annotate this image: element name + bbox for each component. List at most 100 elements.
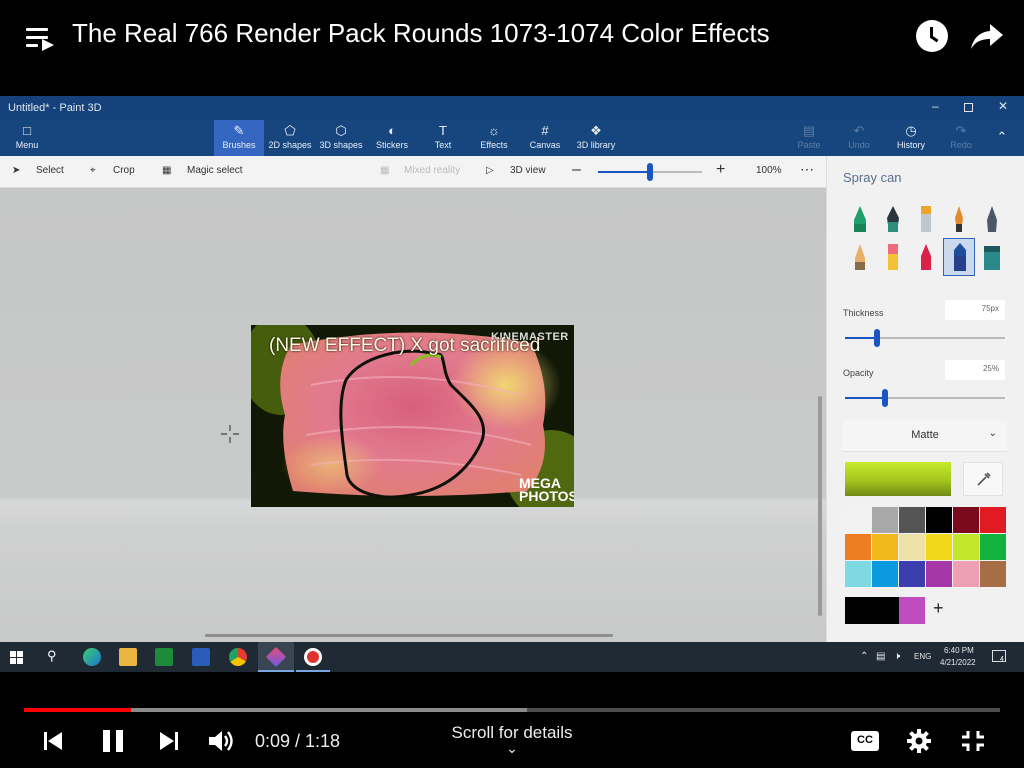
video-title[interactable]: The Real 766 Render Pack Rounds 1073-107… (72, 18, 770, 49)
palette-swatch[interactable] (953, 507, 979, 533)
fill-bucket-icon[interactable] (981, 242, 1003, 272)
chrome-icon[interactable] (229, 648, 247, 666)
previous-icon[interactable] (42, 730, 64, 752)
tab-brushes[interactable]: ✎ Brushes (214, 120, 264, 156)
close-icon[interactable]: ✕ (998, 99, 1008, 113)
thickness-value[interactable]: 75px (945, 300, 1005, 320)
crayon-icon[interactable] (915, 242, 937, 272)
palette-swatch[interactable] (926, 507, 952, 533)
crop-button[interactable]: Crop (113, 165, 135, 176)
word-icon[interactable] (192, 648, 210, 666)
palette-swatch[interactable] (872, 534, 898, 560)
palette-swatch[interactable] (845, 507, 871, 533)
oil-brush-icon[interactable] (915, 204, 937, 234)
captions-icon[interactable]: CC (851, 731, 879, 751)
volume-icon[interactable] (207, 728, 235, 754)
zoom-slider-thumb[interactable] (647, 163, 653, 181)
share-icon[interactable] (970, 22, 1004, 50)
palette-swatch[interactable] (926, 534, 952, 560)
clock-date[interactable]: 4/21/2022 (940, 658, 976, 667)
recorder-taskbar-button[interactable] (296, 642, 330, 672)
palette-swatch[interactable] (980, 561, 1006, 587)
select-button[interactable]: Select (36, 165, 64, 176)
zoom-out-icon[interactable]: – (572, 161, 581, 179)
thickness-slider-thumb[interactable] (874, 329, 880, 347)
language-indicator[interactable]: ENG (914, 652, 931, 661)
add-color-icon[interactable]: + (933, 598, 944, 619)
watercolor-brush-icon[interactable] (948, 204, 970, 234)
mixed-reality-icon: ▦ (380, 165, 390, 176)
palette-swatch[interactable] (872, 561, 898, 587)
palette-swatch[interactable] (845, 534, 871, 560)
palette-swatch[interactable] (926, 561, 952, 587)
edge-icon[interactable] (83, 648, 101, 666)
spray-can-selected[interactable] (943, 238, 975, 276)
history-button[interactable]: ◷ History (886, 120, 936, 156)
clock-time[interactable]: 6:40 PM (944, 646, 974, 655)
paste-button[interactable]: ▤ Paste (784, 120, 834, 156)
next-icon[interactable] (158, 730, 180, 752)
horizontal-scrollbar[interactable] (205, 634, 613, 637)
selected-color[interactable] (845, 462, 951, 496)
pencil-icon[interactable] (849, 242, 871, 272)
paint3d-taskbar-button[interactable] (258, 642, 294, 672)
more-options-icon[interactable]: ⋯ (800, 161, 814, 178)
volume-icon[interactable]: 🕨 (894, 651, 900, 662)
chevron-up-icon[interactable]: ⌃ (860, 651, 868, 662)
custom-color-2[interactable] (899, 597, 925, 624)
tab-2d-shapes[interactable]: ⬠ 2D shapes (265, 120, 315, 156)
opacity-slider[interactable] (845, 389, 1005, 407)
calligraphy-pen-icon[interactable] (882, 204, 904, 234)
zoom-in-icon[interactable]: + (716, 161, 725, 179)
tab-text[interactable]: T Text (418, 120, 468, 156)
palette-swatch[interactable] (980, 534, 1006, 560)
palette-swatch[interactable] (980, 507, 1006, 533)
thickness-slider[interactable] (845, 329, 1005, 347)
opacity-value[interactable]: 25% (945, 360, 1005, 380)
menu-button[interactable]: □ Menu (2, 120, 52, 156)
maximize-icon[interactable] (964, 103, 973, 112)
search-icon[interactable]: ⚲ (47, 648, 57, 664)
notifications-icon[interactable]: 4 (992, 650, 1006, 663)
eyedropper-button[interactable] (963, 462, 1003, 496)
custom-color-1[interactable] (845, 597, 899, 624)
watch-later-icon[interactable] (916, 20, 948, 52)
tab-stickers[interactable]: ◐ Stickers (367, 120, 417, 156)
pixel-pen-icon[interactable] (981, 204, 1003, 234)
marker-brush-icon[interactable] (849, 204, 871, 234)
mixed-reality-button[interactable]: Mixed reality (404, 165, 460, 176)
pause-icon[interactable] (100, 728, 126, 754)
finish-dropdown[interactable]: Matte ⌄ (843, 420, 1007, 452)
vertical-scrollbar[interactable] (818, 396, 822, 616)
tab-effects[interactable]: ☼ Effects (469, 120, 519, 156)
redo-button[interactable]: ↷ Redo (936, 120, 986, 156)
scroll-for-details[interactable]: Scroll for details ⌄ (412, 723, 612, 755)
zoom-slider[interactable] (598, 163, 702, 181)
palette-swatch[interactable] (899, 507, 925, 533)
palette-swatch[interactable] (872, 507, 898, 533)
tab-3d-shapes[interactable]: ⬡ 3D shapes (316, 120, 366, 156)
network-icon[interactable]: ▤ (876, 651, 885, 662)
opacity-slider-thumb[interactable] (882, 389, 888, 407)
playlist-icon[interactable] (26, 26, 54, 52)
collapse-ribbon-button[interactable]: ⌃ (982, 120, 1022, 156)
3d-view-button[interactable]: 3D view (510, 165, 546, 176)
excel-icon[interactable] (155, 648, 173, 666)
palette-swatch[interactable] (845, 561, 871, 587)
tab-3d-library[interactable]: ❖ 3D library (571, 120, 621, 156)
file-explorer-icon[interactable] (119, 648, 137, 666)
exit-fullscreen-icon[interactable] (960, 729, 986, 753)
eraser-icon[interactable] (882, 242, 904, 272)
paste-icon: ▤ (802, 123, 816, 138)
settings-gear-icon[interactable] (906, 728, 932, 754)
palette-swatch[interactable] (899, 561, 925, 587)
undo-button[interactable]: ↶ Undo (834, 120, 884, 156)
canvas-artwork[interactable]: KINEMASTER (NEW EFFECT) X got sacrificed… (251, 325, 574, 507)
palette-swatch[interactable] (953, 534, 979, 560)
windows-start-icon[interactable] (10, 651, 23, 664)
minimize-icon[interactable]: – (932, 99, 939, 113)
palette-swatch[interactable] (899, 534, 925, 560)
palette-swatch[interactable] (953, 561, 979, 587)
magic-select-button[interactable]: Magic select (187, 165, 243, 176)
tab-canvas[interactable]: # Canvas (520, 120, 570, 156)
